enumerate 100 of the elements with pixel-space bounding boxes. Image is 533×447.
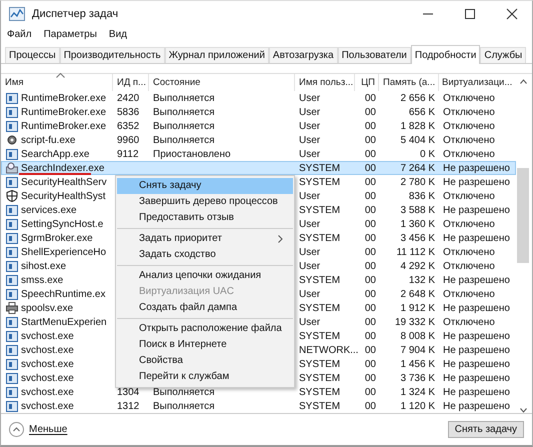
virtualization-value: Не разрешено [443, 274, 510, 286]
underline-mark [19, 173, 91, 175]
user-name: SYSTEM [299, 162, 340, 174]
column-header[interactable]: ЦП [355, 74, 379, 91]
menu-item[interactable]: Вид [108, 29, 127, 40]
memory-value: 7 904 K [400, 344, 435, 356]
end-task-button[interactable]: Снять задачу [448, 421, 524, 438]
scroll-up-icon[interactable] [520, 79, 526, 84]
process-id: 9112 [117, 148, 139, 160]
cpu-value: 00 [364, 316, 376, 328]
tab[interactable]: Пользователи [338, 47, 411, 63]
process-name: script-fu.exe [21, 134, 76, 146]
scroll-down-icon[interactable] [520, 408, 526, 413]
process-name: sihost.exe [21, 260, 66, 272]
process-name: SearchApp.exe [21, 148, 90, 160]
menu-item[interactable]: Предоставить отзыв [117, 210, 293, 226]
window-icon [6, 386, 18, 398]
memory-value: 3 456 K [400, 232, 435, 244]
memory-value: 1 456 K [400, 358, 435, 370]
cpu-value: 00 [364, 218, 376, 230]
maximize-icon[interactable] [464, 8, 476, 20]
window-icon [6, 274, 18, 286]
window-icon [6, 176, 18, 188]
virtualization-value: Не разрешено [443, 162, 510, 174]
menu-item[interactable]: Открыть расположение файла [117, 321, 293, 337]
virtualization-value: Отключено [443, 288, 495, 300]
column-header[interactable]: Память (а... [379, 74, 439, 91]
virtualization-value: Отключено [443, 218, 495, 230]
memory-value: 2 656 K [400, 92, 435, 104]
process-name: services.exe [21, 204, 77, 216]
user-name: User [299, 288, 320, 300]
cpu-value: 00 [364, 330, 376, 342]
process-name: RuntimeBroker.exe [21, 120, 106, 132]
virtualization-value: Не разрешено [443, 372, 510, 384]
process-id: 1304 [117, 386, 140, 398]
window-icon [6, 344, 18, 356]
memory-value: 132 K [408, 274, 435, 286]
tab[interactable]: Процессы [5, 47, 60, 63]
tab[interactable]: Журнал приложений [164, 47, 269, 63]
window-icon [6, 400, 18, 412]
cpu-value: 00 [364, 372, 376, 384]
chart-icon [9, 7, 25, 21]
column-header[interactable]: ИД п... [113, 74, 149, 91]
virtualization-value: Отключено [443, 106, 495, 118]
process-name: ShellExperienceHo [21, 246, 106, 258]
menu-item[interactable]: Завершить дерево процессов [117, 194, 293, 210]
user-name: User [299, 134, 320, 146]
memory-value: 1 828 K [400, 120, 435, 132]
virtualization-value: Отключено [443, 148, 495, 160]
menu-item[interactable]: Задать приоритет [117, 231, 293, 247]
user-name: User [299, 316, 320, 328]
memory-value: 2 780 K [400, 176, 435, 188]
menu-item[interactable]: Анализ цепочки ожидания [117, 268, 293, 284]
user-name: User [299, 190, 320, 202]
tab[interactable]: Производительность [60, 47, 165, 63]
user-name: User [299, 106, 320, 118]
menu-item[interactable]: Перейти к службам [117, 369, 293, 385]
tab[interactable]: Подробности [410, 45, 480, 64]
fewer-details-link[interactable]: Меньше [9, 422, 68, 437]
cpu-value: 00 [364, 232, 376, 244]
close-icon[interactable] [506, 8, 518, 20]
cpu-value: 00 [364, 274, 376, 286]
process-status: Выполняется [153, 386, 214, 398]
cpu-value: 00 [364, 176, 376, 188]
cpu-value: 00 [364, 344, 376, 356]
cpu-value: 00 [364, 288, 376, 300]
memory-value: 656 K [408, 106, 435, 118]
memory-value: 3 736 K [400, 372, 435, 384]
tab[interactable]: Автозагрузка [268, 47, 338, 63]
window-icon [6, 358, 18, 370]
user-name: SYSTEM [299, 274, 340, 286]
menu-item[interactable]: Свойства [117, 353, 293, 369]
menu-item[interactable]: Поиск в Интернете [117, 337, 293, 353]
memory-value: 5 404 K [400, 134, 435, 146]
menu-item[interactable]: Файл [7, 29, 32, 40]
virtualization-value: Не разрешено [443, 358, 510, 370]
window-icon [6, 120, 18, 132]
menu-item[interactable]: Задать сходство [117, 247, 293, 263]
tab[interactable]: Службы [480, 47, 526, 63]
cpu-value: 00 [364, 92, 376, 104]
virtualization-value: Отключено [443, 190, 495, 202]
column-header[interactable]: Виртуализаци... [439, 74, 516, 91]
user-name: SYSTEM [299, 400, 340, 412]
collapse-icon [9, 422, 24, 437]
column-header[interactable]: Имя польз... [295, 74, 355, 91]
virtualization-value: Не разрешено [443, 386, 510, 398]
virtualization-value: Не разрешено [443, 302, 510, 314]
menu-item[interactable]: Снять задачу [117, 178, 293, 194]
window-icon [6, 232, 18, 244]
process-name: svchost.exe [21, 386, 74, 398]
menu-item[interactable]: Параметры [44, 29, 97, 40]
shield-icon [6, 190, 18, 202]
scroll-thumb[interactable] [517, 168, 529, 263]
menu-item[interactable]: Создать файл дампа [117, 300, 293, 316]
cpu-value: 00 [364, 190, 376, 202]
memory-value: 0 K [420, 148, 435, 160]
user-name: User [299, 246, 320, 258]
column-header[interactable]: Состояние [149, 74, 295, 91]
column-header[interactable]: Имя [1, 74, 113, 91]
virtualization-value: Отключено [443, 134, 495, 146]
